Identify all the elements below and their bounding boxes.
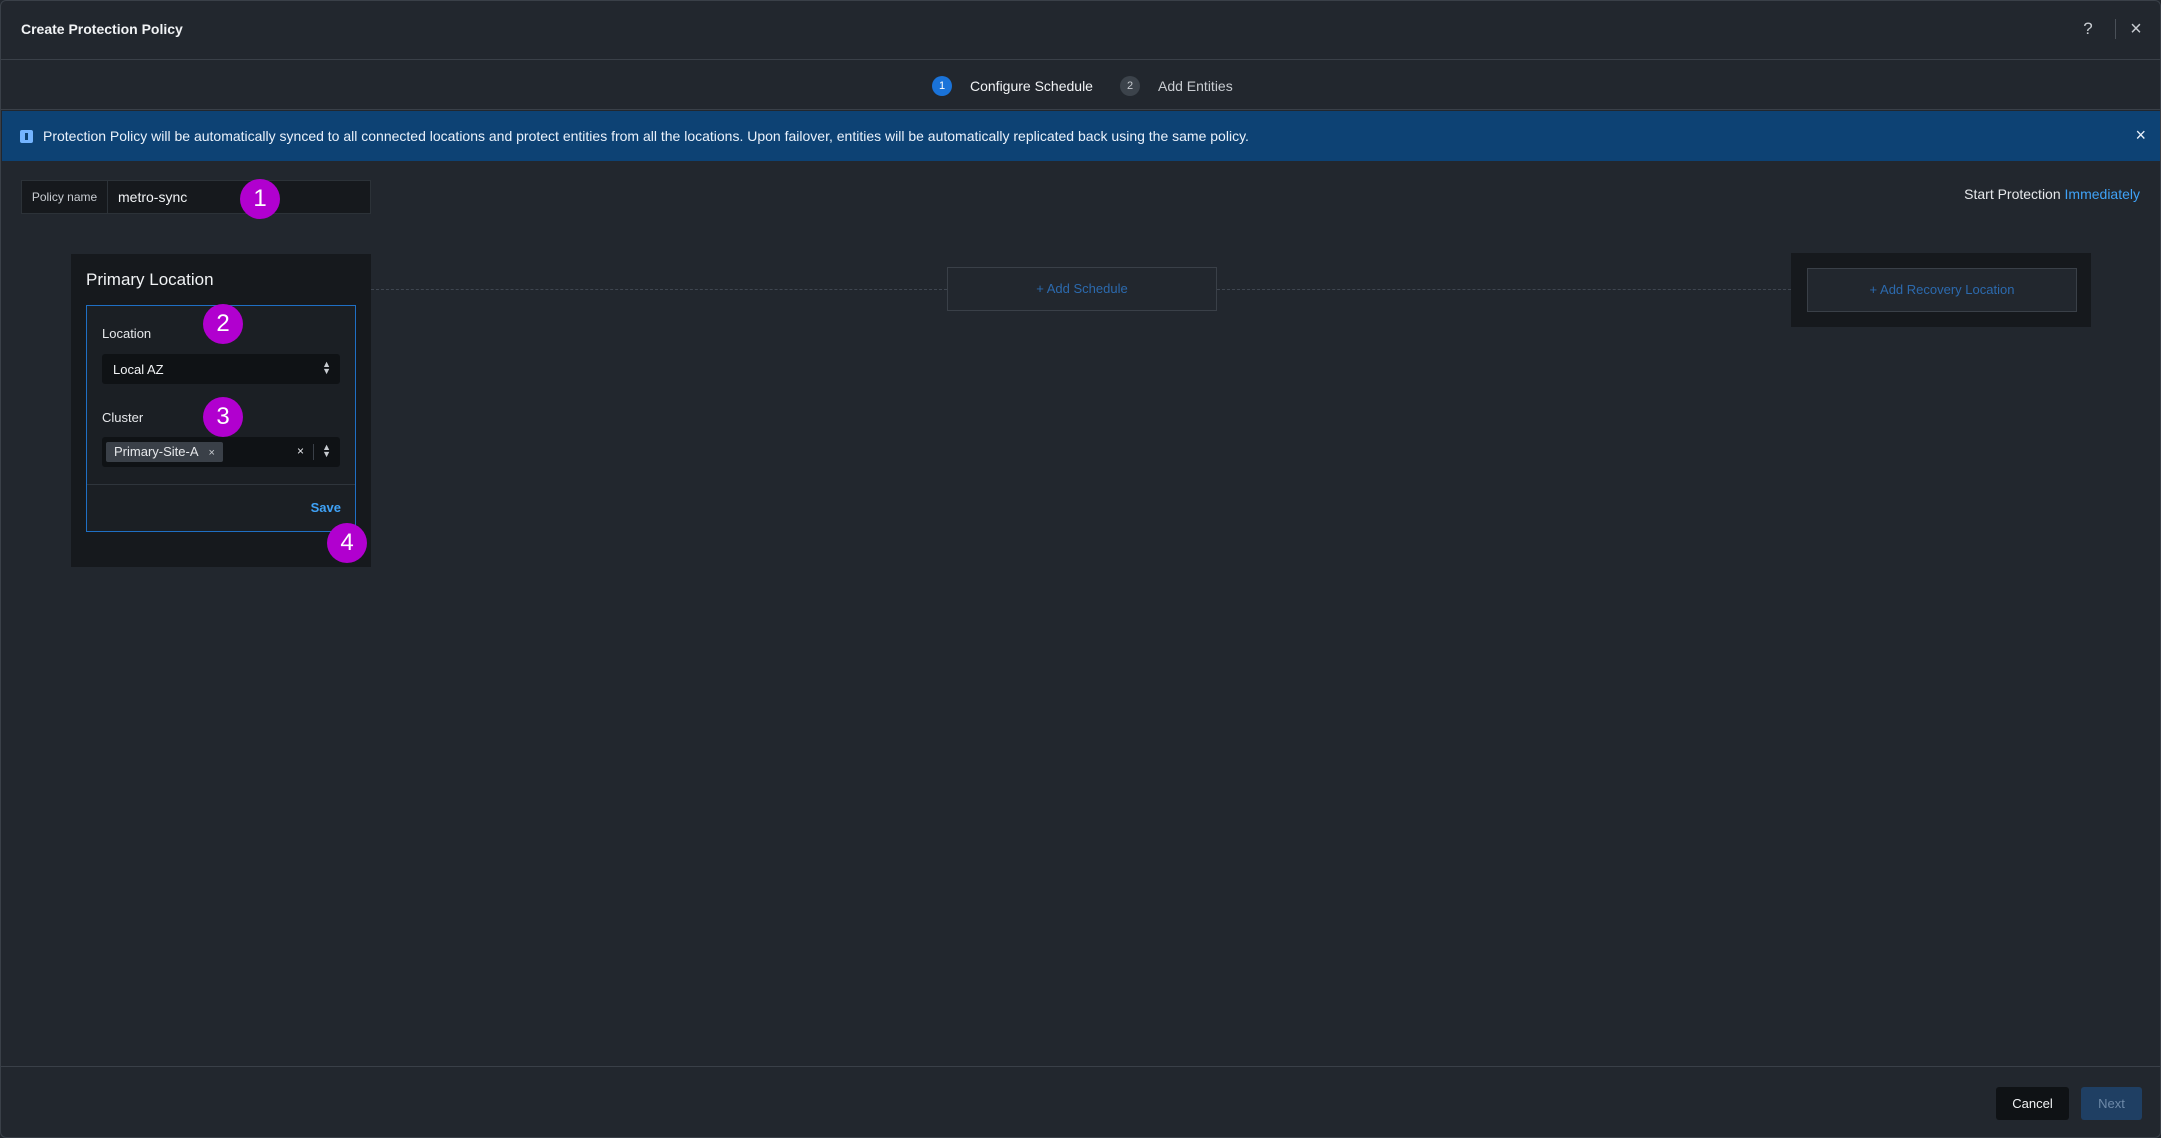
start-protection-link[interactable]: Immediately [2065, 186, 2140, 202]
location-label: Location [102, 326, 152, 341]
select-arrows-icon: ▲ ▼ [322, 359, 331, 376]
step-number: 1 [932, 76, 952, 96]
primary-location-title: Primary Location [86, 270, 214, 289]
annotation-marker-1: 1 [240, 179, 280, 219]
policy-name-field: Policy name [21, 180, 371, 214]
save-button[interactable]: Save [311, 500, 341, 515]
chip-remove-icon[interactable]: × [209, 447, 215, 459]
connector-line [371, 289, 947, 290]
start-protection-label: Start Protection [1964, 186, 2061, 202]
cluster-label: Cluster [102, 410, 144, 425]
cluster-chip-label: Primary-Site-A [114, 444, 199, 459]
step-label: Add Entities [1158, 78, 1233, 94]
policy-name-input[interactable] [108, 181, 370, 213]
dialog-title: Create Protection Policy [21, 21, 183, 37]
help-icon[interactable]: ? [2076, 17, 2100, 41]
dialog-footer: Cancel Next [1, 1066, 2160, 1137]
policy-name-label: Policy name [22, 181, 108, 213]
annotation-marker-3: 3 [203, 397, 243, 437]
step-configure-schedule[interactable]: 1 Configure Schedule [932, 76, 1093, 96]
dialog-header: Create Protection Policy ? × [1, 1, 2160, 60]
header-divider [2115, 19, 2116, 39]
cancel-button[interactable]: Cancel [1996, 1087, 2069, 1120]
select-arrows-icon: ▲ ▼ [322, 442, 331, 459]
add-recovery-location-button[interactable]: + Add Recovery Location [1807, 268, 2077, 312]
banner-message: Protection Policy will be automatically … [43, 128, 1249, 144]
cluster-select[interactable]: Primary-Site-A × × ▲ ▼ [102, 437, 340, 467]
wizard-stepper: 1 Configure Schedule 2 Add Entities [1, 61, 2160, 110]
step-add-entities[interactable]: 2 Add Entities [1120, 76, 1233, 96]
step-label: Configure Schedule [970, 78, 1093, 94]
clear-icon[interactable]: × [297, 444, 304, 458]
location-select[interactable]: Local AZ ▲ ▼ [102, 354, 340, 384]
banner-close-icon[interactable]: × [2135, 125, 2146, 146]
info-icon [20, 129, 33, 143]
recovery-location-card: + Add Recovery Location [1791, 253, 2091, 327]
start-protection: Start Protection Immediately [1964, 186, 2140, 202]
info-banner: Protection Policy will be automatically … [2, 111, 2160, 161]
step-number: 2 [1120, 76, 1140, 96]
connector-line [1217, 289, 1791, 290]
cluster-chip: Primary-Site-A × [106, 442, 223, 462]
editor-divider [87, 484, 355, 485]
close-icon[interactable]: × [2124, 17, 2148, 41]
annotation-marker-4: 4 [327, 523, 367, 563]
dialog-frame: Create Protection Policy ? × 1 Configure… [0, 0, 2161, 1138]
annotation-marker-2: 2 [203, 304, 243, 344]
add-schedule-button[interactable]: + Add Schedule [947, 267, 1217, 311]
next-button[interactable]: Next [2081, 1087, 2142, 1120]
select-divider [313, 444, 314, 460]
location-value: Local AZ [113, 362, 164, 377]
